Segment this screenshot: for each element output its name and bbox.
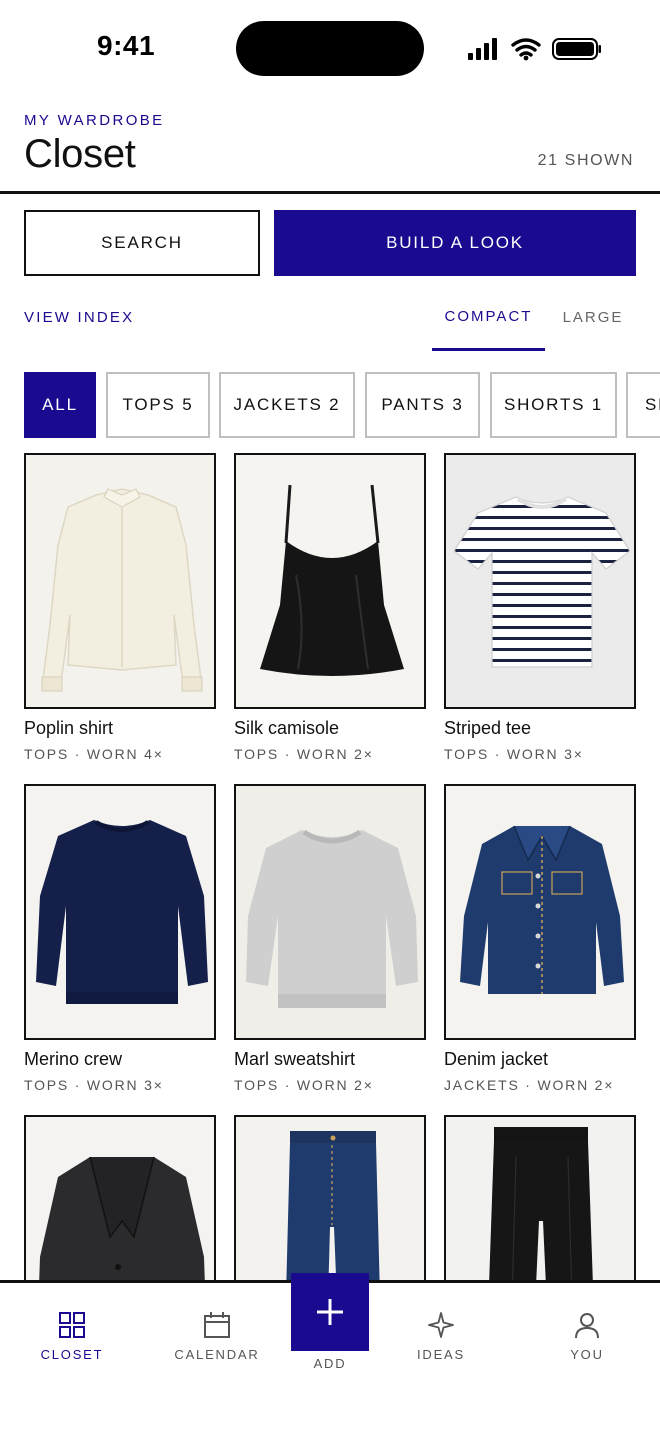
item-name: Denim jacket [444, 1049, 549, 1069]
status-bar: 9:41 [0, 0, 660, 96]
item-name: Merino crew [24, 1049, 123, 1069]
item-meta: JACKETS · WORN 2× [444, 1077, 615, 1093]
shirt-image [24, 453, 216, 709]
shown-count: 21 SHOWN [537, 152, 634, 169]
camisole-image [234, 453, 426, 709]
grid-icon [59, 1312, 85, 1338]
filter-chips: ALL TOPS 5 JACKETS 2 PANTS 3 SHORTS 1 SH [24, 372, 660, 438]
plus-icon [317, 1299, 343, 1325]
nav-closet[interactable]: CLOSET [12, 1311, 132, 1362]
sparkle-icon [428, 1312, 454, 1338]
blazer-image [24, 1115, 216, 1281]
nav-ideas-label: IDEAS [416, 1347, 465, 1362]
dynamic-island [236, 21, 424, 76]
item-name: Silk camisole [234, 718, 340, 738]
filter-chip-partial[interactable]: SH [626, 372, 660, 438]
jeans-image [234, 1115, 426, 1281]
filter-chip-jackets[interactable]: JACKETS 2 [219, 372, 355, 438]
header-eyebrow: MY WARDROBE [24, 112, 165, 129]
filter-chip-all[interactable]: ALL [24, 372, 96, 438]
page-title: Closet [24, 132, 136, 176]
status-time: 9:41 [97, 30, 156, 61]
signal-icon [468, 38, 497, 60]
nav-you[interactable]: YOU [527, 1311, 647, 1362]
item-card[interactable]: Marl sweatshirt TOPS · WORN 2× [234, 784, 426, 1093]
item-meta: TOPS · WORN 2× [234, 746, 374, 762]
calendar-icon [204, 1312, 230, 1338]
wifi-icon [511, 38, 541, 57]
denim-jacket-image [444, 784, 636, 1040]
battery-icon [552, 38, 601, 60]
item-card[interactable] [444, 1115, 636, 1281]
search-button[interactable]: SEARCH [24, 210, 260, 276]
striped-tee-image [444, 453, 636, 709]
item-card[interactable]: Merino crew TOPS · WORN 3× [24, 784, 216, 1093]
item-name: Marl sweatshirt [234, 1049, 356, 1069]
status-icons [468, 38, 601, 61]
closet-grid: Poplin shirt TOPS · WORN 4× Silk camisol… [0, 453, 660, 1281]
sweater-image [24, 784, 216, 1040]
view-large-toggle[interactable]: LARGE [545, 296, 641, 351]
view-compact-toggle[interactable]: COMPACT [432, 296, 545, 351]
filter-chip-tops[interactable]: TOPS 5 [106, 372, 210, 438]
add-label: ADD [313, 1356, 347, 1371]
item-card[interactable]: Striped tee TOPS · WORN 3× [444, 453, 636, 762]
item-meta: TOPS · WORN 2× [234, 1077, 374, 1093]
build-a-look-button[interactable]: BUILD A LOOK [274, 210, 636, 276]
nav-closet-label: CLOSET [40, 1347, 104, 1362]
filter-chip-shorts[interactable]: SHORTS 1 [490, 372, 617, 438]
item-meta: TOPS · WORN 3× [24, 1077, 164, 1093]
sweatshirt-image [234, 784, 426, 1040]
nav-calendar[interactable]: CALENDAR [157, 1311, 277, 1362]
nav-calendar-label: CALENDAR [174, 1347, 260, 1362]
item-meta: TOPS · WORN 3× [444, 746, 584, 762]
filter-chip-pants[interactable]: PANTS 3 [365, 372, 480, 438]
item-card[interactable]: Denim jacket JACKETS · WORN 2× [444, 784, 636, 1093]
item-card[interactable]: Poplin shirt TOPS · WORN 4× [24, 453, 216, 762]
item-card[interactable] [24, 1115, 216, 1281]
item-card[interactable] [234, 1115, 426, 1281]
user-icon [575, 1313, 599, 1339]
add-button[interactable] [291, 1273, 369, 1351]
item-name: Poplin shirt [24, 718, 114, 738]
header-divider [0, 191, 660, 194]
view-index-link[interactable]: VIEW INDEX [24, 309, 134, 326]
nav-ideas[interactable]: IDEAS [381, 1311, 501, 1362]
item-meta: TOPS · WORN 4× [24, 746, 164, 762]
item-name: Striped tee [444, 718, 532, 738]
item-card[interactable]: Silk camisole TOPS · WORN 2× [234, 453, 426, 762]
trousers-image [444, 1115, 636, 1281]
nav-you-label: YOU [570, 1347, 604, 1362]
